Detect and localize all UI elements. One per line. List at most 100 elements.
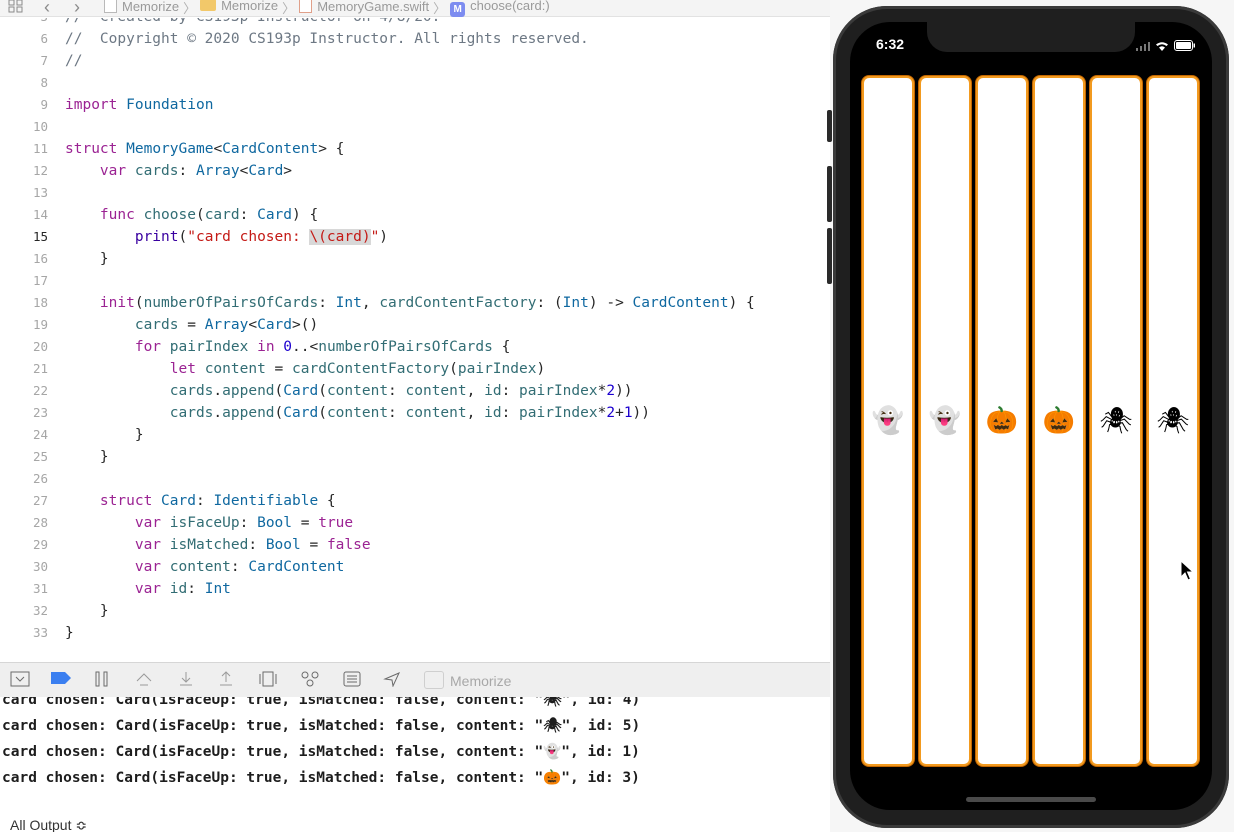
code-line[interactable]: 27 struct Card: Identifiable { (0, 490, 336, 512)
pause-icon[interactable] (92, 671, 112, 689)
code-line[interactable]: 15 print("card chosen: \(card)") (0, 226, 388, 248)
code-line[interactable]: 23 cards.append(Card(content: content, i… (0, 402, 650, 424)
output-filter-select[interactable]: All Output ≎ (10, 817, 87, 832)
code-line[interactable]: 8 (0, 72, 65, 94)
breadcrumb-file[interactable]: MemoryGame.swift (299, 0, 429, 14)
related-items-icon[interactable] (8, 0, 24, 13)
code-line[interactable]: 9 import Foundation (0, 94, 213, 116)
card-content: 🕷 (1156, 405, 1190, 435)
code-line[interactable]: 32 } (0, 600, 109, 622)
code-line[interactable]: 30 var content: CardContent (0, 556, 344, 578)
home-indicator[interactable] (966, 797, 1096, 802)
line-number: 25 (32, 449, 48, 464)
code-line[interactable]: 19 cards = Array<Card>() (0, 314, 318, 336)
code-line[interactable]: 5 // Created by CS193p Instructor on 4/8/… (0, 18, 440, 28)
folder-icon (200, 0, 217, 11)
notch (927, 22, 1135, 52)
console-line: card chosen: Card(isFaceUp: true, isMatc… (2, 744, 640, 760)
step-into-icon[interactable] (176, 671, 196, 689)
code-text: func choose(card: Card) { (99, 207, 319, 223)
memory-card[interactable]: 👻 (862, 76, 914, 766)
code-line[interactable]: 22 cards.append(Card(content: content, i… (0, 380, 633, 402)
breadcrumb-separator: 〉 (433, 1, 447, 16)
code-text: cards = Array<Card>() (134, 317, 319, 333)
line-number: 32 (32, 603, 48, 618)
line-number: 12 (32, 163, 48, 178)
breadcrumb-method-label: choose(card:) (470, 0, 550, 13)
console-output[interactable]: card chosen: Card(isFaceUp: true, isMatc… (0, 697, 830, 832)
debug-scheme-label: Memorize (450, 673, 512, 689)
memory-card[interactable]: 🎃 (976, 76, 1028, 766)
code-line[interactable]: 28 var isFaceUp: Bool = true (0, 512, 353, 534)
simulate-location-icon[interactable] (382, 671, 402, 689)
code-text: import Foundation (65, 97, 214, 113)
view-hierarchy-icon[interactable] (258, 671, 278, 689)
status-bar-time: 6:32 (876, 36, 905, 52)
environment-overrides-icon[interactable] (342, 671, 362, 689)
code-text: var content: CardContent (134, 559, 345, 575)
breadcrumb-project[interactable]: Memorize (104, 0, 179, 14)
code-line[interactable]: 24 } (0, 424, 144, 446)
code-text: struct Card: Identifiable { (99, 493, 336, 509)
code-line[interactable]: 14 func choose(card: Card) { (0, 204, 318, 226)
debug-scheme: Memorize (424, 671, 511, 689)
code-editor[interactable]: 5 // Created by CS193p Instructor on 4/8/… (0, 18, 830, 660)
silent-switch (827, 110, 832, 142)
breadcrumb-group-label: Memorize (221, 0, 279, 13)
breadcrumb-group[interactable]: Memorize (200, 0, 278, 13)
line-number: 29 (32, 537, 48, 552)
memory-graph-icon[interactable] (300, 671, 320, 689)
memory-card[interactable]: 🎃 (1033, 76, 1085, 766)
code-text: } (65, 251, 109, 267)
line-number: 33 (32, 625, 48, 640)
code-line[interactable]: 13 (0, 182, 65, 204)
memory-card[interactable]: 👻 (919, 76, 971, 766)
code-line[interactable]: 21 let content = cardContentFactory(pair… (0, 358, 545, 380)
scheme-app-icon (424, 671, 444, 689)
card-content: 👻 (871, 405, 905, 435)
code-line[interactable]: 18 init(numberOfPairsOfCards: Int, cardC… (0, 292, 755, 314)
breadcrumb-method[interactable]: Mchoose(card:) (450, 0, 550, 17)
code-text: } (65, 603, 109, 619)
code-text: var id: Int (134, 581, 231, 597)
forward-chevron-icon[interactable]: › (74, 0, 80, 18)
memory-card[interactable]: 🕷 (1147, 76, 1199, 766)
code-line[interactable]: 25 } (0, 446, 109, 468)
breadcrumb-project-label: Memorize (122, 0, 180, 14)
step-out-icon[interactable] (216, 671, 236, 689)
console-line: card chosen: Card(isFaceUp: true, isMatc… (2, 718, 641, 734)
swift-file-icon (299, 0, 313, 13)
line-number: 27 (32, 493, 48, 508)
code-line[interactable]: 10 (0, 116, 65, 138)
code-line[interactable]: 12 var cards: Array<Card> (0, 160, 292, 182)
code-line[interactable]: 31 var id: Int (0, 578, 231, 600)
mouse-cursor-icon (1180, 559, 1195, 587)
line-number: 10 (32, 119, 48, 134)
memory-card[interactable]: 🕷 (1090, 76, 1142, 766)
back-chevron-icon[interactable]: ‹ (44, 0, 50, 18)
breakpoints-icon[interactable] (50, 671, 71, 689)
card-content: 🕷 (1099, 405, 1133, 435)
code-line[interactable]: 16 } (0, 248, 109, 270)
line-number: 21 (32, 361, 48, 376)
code-line[interactable]: 6 // Copyright © 2020 CS193p Instructor. … (0, 28, 588, 50)
code-line[interactable]: 20 for pairIndex in 0..<numberOfPairsOfC… (0, 336, 510, 358)
step-over-icon[interactable] (134, 671, 154, 689)
line-number: 15 (32, 229, 48, 244)
code-line[interactable]: 29 var isMatched: Bool = false (0, 534, 371, 556)
line-number: 11 (32, 141, 48, 156)
line-number: 16 (32, 251, 48, 266)
code-text: cards.append(Card(content: content, id: … (169, 405, 651, 421)
code-text: // (65, 53, 83, 69)
code-line[interactable]: 33} (0, 622, 74, 644)
hide-debug-area-icon[interactable] (10, 671, 30, 689)
code-line[interactable]: 7 // (0, 50, 82, 72)
line-number: 30 (32, 559, 48, 574)
code-text: var isFaceUp: Bool = true (134, 515, 354, 531)
volume-down-button (827, 228, 832, 284)
battery-icon (1174, 38, 1196, 56)
code-line[interactable]: 11 struct MemoryGame<CardContent> { (0, 138, 344, 160)
code-line[interactable]: 26 (0, 468, 65, 490)
line-number: 6 (40, 31, 48, 46)
code-line[interactable]: 17 (0, 270, 65, 292)
